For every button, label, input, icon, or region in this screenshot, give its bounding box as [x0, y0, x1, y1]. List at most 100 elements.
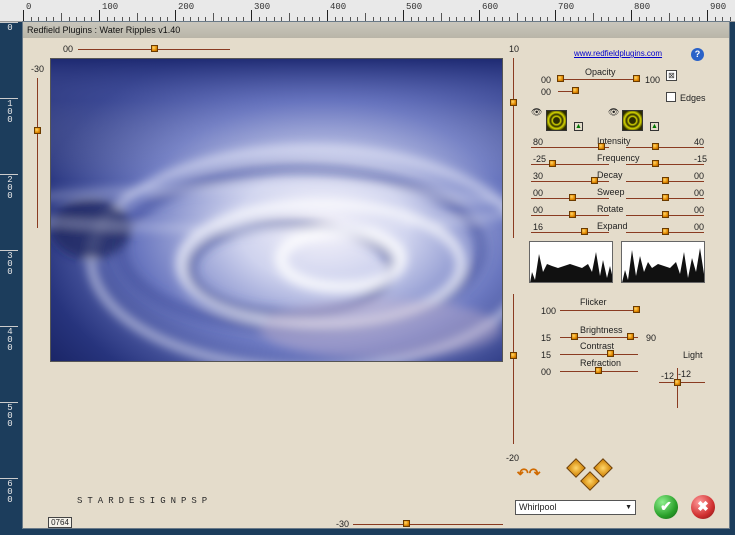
eye-icon-left[interactable]: 👁 — [531, 107, 542, 118]
brightness-label: Brightness — [580, 325, 623, 335]
top-ruler-label: 800 — [634, 2, 651, 12]
top-ruler-label: 400 — [330, 2, 347, 12]
flicker-slider-track[interactable] — [560, 310, 638, 311]
top-ruler-label: 300 — [254, 2, 271, 12]
random-ripple-icon-1[interactable] — [566, 458, 586, 478]
param-right-slider-knob[interactable] — [662, 228, 669, 235]
contrast-value: 15 — [541, 350, 552, 360]
coordinate-box: 0764 — [48, 517, 72, 528]
param-left-value: 30 — [533, 171, 544, 181]
param-left-slider-knob[interactable] — [549, 160, 556, 167]
eye-icon-right[interactable]: 👁 — [608, 107, 619, 118]
param-left-slider-knob[interactable] — [569, 194, 576, 201]
refraction-slider-knob[interactable] — [595, 367, 602, 374]
opacity-max-knob[interactable] — [633, 75, 640, 82]
param-left-slider-knob[interactable] — [581, 228, 588, 235]
preview-image[interactable] — [50, 58, 503, 362]
coordinate-value: 0764 — [51, 518, 69, 527]
contrast-slider-track[interactable] — [560, 354, 638, 355]
flicker-slider-knob[interactable] — [633, 306, 640, 313]
param-right-value: 00 — [694, 188, 705, 198]
right-lower-slider-track[interactable] — [513, 294, 514, 444]
dialog-title: Redfield Plugins : Water Ripples v1.40 — [27, 25, 181, 35]
refraction-value: 00 — [541, 367, 552, 377]
bottom-slider-track[interactable] — [353, 524, 503, 525]
triangle-icon-right[interactable]: ▲ — [650, 122, 659, 131]
param-label: Decay — [597, 170, 623, 180]
param-left-slider-knob[interactable] — [591, 177, 598, 184]
opacity-slider-track[interactable] — [558, 79, 640, 80]
preset-dropdown[interactable]: Whirlpool ▼ — [515, 500, 636, 515]
edges-label: Edges — [680, 93, 706, 103]
top-ruler-label: 100 — [102, 2, 119, 12]
preset-selected-value: Whirlpool — [519, 502, 557, 512]
contrast-slider-knob[interactable] — [607, 350, 614, 357]
triangle-icon-left[interactable]: ▲ — [574, 122, 583, 131]
brightness-max-knob[interactable] — [627, 333, 634, 340]
chevron-down-icon: ▼ — [625, 504, 632, 511]
param-right-slider-knob[interactable] — [662, 177, 669, 184]
right-upper-slider-knob[interactable] — [510, 99, 517, 106]
param-left-value: 00 — [533, 205, 544, 215]
param-left-slider-track[interactable] — [531, 164, 609, 165]
light-x-value: -12 — [661, 371, 675, 381]
random-ripple-icon-3[interactable] — [580, 471, 600, 491]
top-ruler-label: 700 — [558, 2, 575, 12]
right-upper-slider-track[interactable] — [513, 58, 514, 238]
light-crosshair-vertical[interactable] — [677, 368, 678, 408]
left-slider-value: -30 — [31, 64, 45, 74]
param-left-value: 00 — [533, 188, 544, 198]
brightness-value: 15 — [541, 333, 552, 343]
help-icon[interactable]: ? — [691, 48, 704, 61]
param-label: Expand — [597, 221, 628, 231]
param-right-slider-track[interactable] — [626, 147, 704, 148]
opacity-label: Opacity — [585, 67, 616, 77]
param-left-value: 80 — [533, 137, 544, 147]
param-left-slider-knob[interactable] — [598, 143, 605, 150]
ok-button[interactable]: ✔ — [654, 495, 678, 519]
param-left-slider-knob[interactable] — [569, 211, 576, 218]
close-icon: ✖ — [697, 498, 709, 514]
top-ruler-label: 200 — [178, 2, 195, 12]
edges-checkbox[interactable] — [666, 92, 676, 102]
top-slider-knob[interactable] — [151, 45, 158, 52]
param-right-slider-track[interactable] — [626, 164, 704, 165]
param-right-value: -15 — [694, 154, 708, 164]
light-y-value: -12 — [678, 369, 692, 379]
ripple-pattern-right-swatch[interactable] — [622, 110, 643, 131]
param-label: Sweep — [597, 187, 625, 197]
website-link[interactable]: www.redfieldplugins.com — [574, 49, 662, 58]
left-slider-track[interactable] — [37, 78, 38, 228]
light-crosshair-horizontal[interactable] — [659, 382, 705, 383]
brightness-min-knob[interactable] — [571, 333, 578, 340]
bottom-slider-knob[interactable] — [403, 520, 410, 527]
param-right-slider-knob[interactable] — [662, 211, 669, 218]
dialog-title-bar[interactable]: Redfield Plugins : Water Ripples v1.40 — [23, 22, 729, 38]
param-right-slider-knob[interactable] — [662, 194, 669, 201]
watermark: STARDESIGNPSP — [77, 496, 213, 506]
top-slider-value: 00 — [63, 44, 74, 54]
right-slider-bottom-value: -20 — [506, 453, 520, 463]
opacity-min-knob[interactable] — [557, 75, 564, 82]
random-ripple-icon-2[interactable] — [593, 458, 613, 478]
cancel-button[interactable]: ✖ — [691, 495, 715, 519]
left-slider-knob[interactable] — [34, 127, 41, 134]
plugin-dialog: Redfield Plugins : Water Ripples v1.40 0… — [22, 21, 730, 529]
brightness-right-value: 90 — [646, 333, 657, 343]
param-left-value: 16 — [533, 222, 544, 232]
ripple-pattern-left-swatch[interactable] — [546, 110, 567, 131]
light-position-knob[interactable] — [674, 379, 681, 386]
opacity-second-knob[interactable] — [572, 87, 579, 94]
opacity-link-icon[interactable]: ⊠ — [666, 70, 677, 81]
undo-arrows-icon[interactable]: ↶↷ — [517, 466, 541, 480]
right-lower-slider-knob[interactable] — [510, 352, 517, 359]
param-left-slider-track[interactable] — [531, 232, 609, 233]
left-ruler-label: 0 — [7, 23, 13, 33]
top-ruler: 0 100 200 300 400 500 600 700 800 900 — [0, 0, 735, 22]
waveform-left[interactable] — [529, 241, 613, 283]
param-right-slider-knob[interactable] — [652, 143, 659, 150]
param-right-slider-knob[interactable] — [652, 160, 659, 167]
param-label: Rotate — [597, 204, 624, 214]
waveform-right[interactable] — [621, 241, 705, 283]
param-right-value: 00 — [694, 205, 705, 215]
